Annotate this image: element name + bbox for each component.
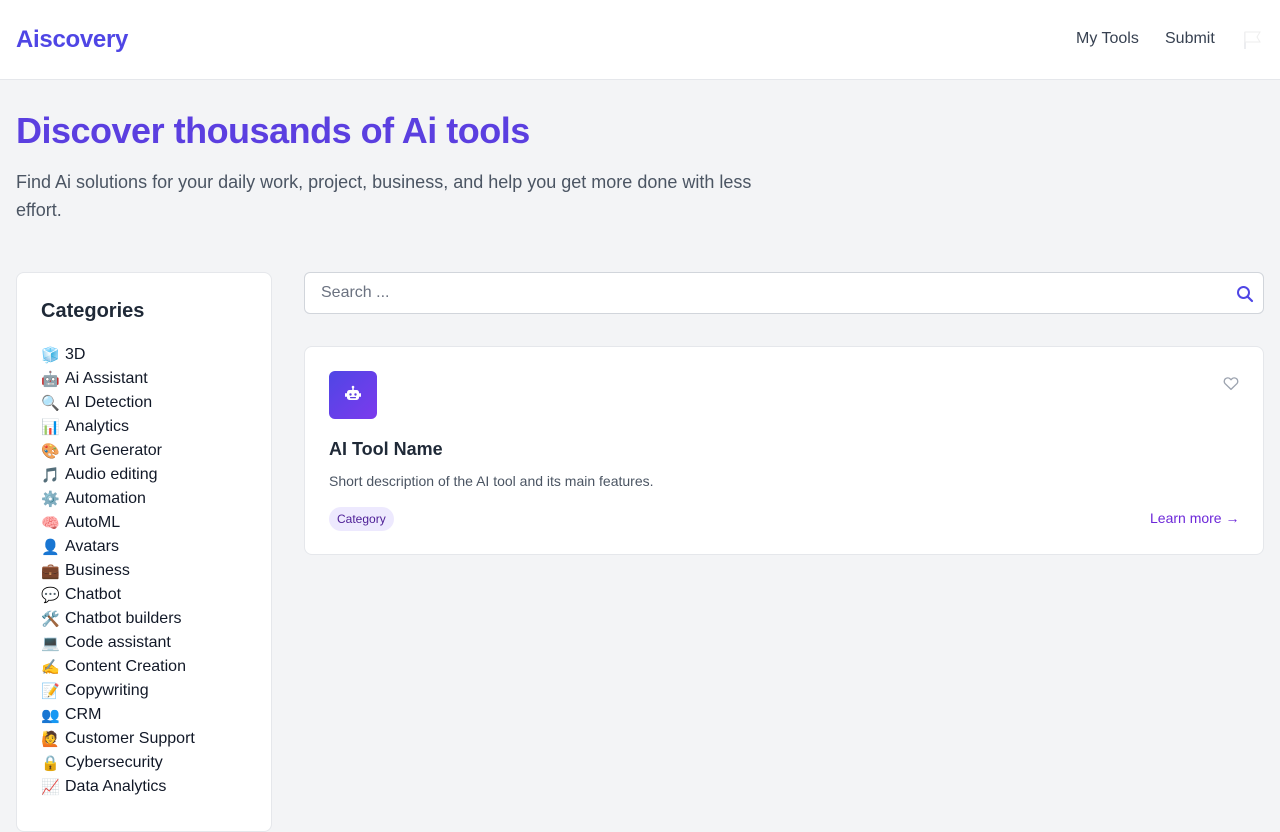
category-emoji-icon: 🎵 — [41, 467, 60, 484]
category-item[interactable]: ✍️ Content Creation — [41, 655, 195, 679]
category-label: Customer Support — [65, 730, 195, 747]
category-label: Chatbot — [65, 586, 122, 603]
category-label: Chatbot builders — [65, 610, 182, 627]
category-item[interactable]: 💼 Business — [41, 559, 195, 583]
category-badge: Category — [329, 507, 394, 531]
category-item[interactable]: 👤 Avatars — [41, 535, 195, 559]
categories-sidebar: Categories 🧊 3D 🤖 Ai Assistant 🔍 AI Detection… — [16, 272, 272, 832]
category-item[interactable]: 🧠 AutoML — [41, 511, 195, 535]
category-emoji-icon: ⚙️ — [41, 491, 60, 508]
category-label: Automation — [65, 490, 146, 507]
tool-card[interactable]: AI Tool Name Short description of the AI… — [304, 346, 1264, 555]
hero-title: Discover thousands of Ai tools — [16, 110, 530, 151]
category-emoji-icon: 👥 — [41, 707, 60, 724]
category-emoji-icon: 🎨 — [41, 443, 60, 460]
tool-description: Short description of the AI tool and its… — [329, 473, 654, 489]
category-emoji-icon: 🤖 — [41, 371, 60, 388]
category-emoji-icon: 💻 — [41, 635, 60, 652]
category-item[interactable]: 📊 Analytics — [41, 415, 195, 439]
category-item[interactable]: 🙋 Customer Support — [41, 727, 195, 751]
category-item[interactable]: 📈 Data Analytics — [41, 775, 195, 799]
category-label: Ai Assistant — [65, 370, 148, 387]
category-item[interactable]: 👥 CRM — [41, 703, 195, 727]
category-item[interactable]: 🎵 Audio editing — [41, 463, 195, 487]
category-label: CRM — [65, 706, 102, 723]
category-item[interactable]: 🔒 Cybersecurity — [41, 751, 195, 775]
category-item[interactable]: 🧊 3D — [41, 343, 195, 367]
category-item[interactable]: 💻 Code assistant — [41, 631, 195, 655]
category-emoji-icon: 🔒 — [41, 755, 60, 772]
site-header: Aiscovery My Tools Submit — [0, 0, 1280, 80]
category-emoji-icon: 📊 — [41, 419, 60, 436]
nav-submit[interactable]: Submit — [1165, 30, 1215, 48]
category-emoji-icon: 👤 — [41, 539, 60, 556]
category-label: Art Generator — [65, 442, 162, 459]
tool-name[interactable]: AI Tool Name — [329, 439, 443, 460]
categories-title: Categories — [41, 300, 145, 322]
search-input[interactable] — [305, 273, 1205, 313]
category-label: Audio editing — [65, 466, 158, 483]
category-emoji-icon: 💬 — [41, 587, 60, 604]
search-icon[interactable] — [1235, 284, 1255, 304]
category-item[interactable]: 💬 Chatbot — [41, 583, 195, 607]
category-item[interactable]: 📝 Copywriting — [41, 679, 195, 703]
category-label: AutoML — [65, 514, 121, 531]
category-item[interactable]: 🛠️ Chatbot builders — [41, 607, 195, 631]
category-list: 🧊 3D 🤖 Ai Assistant 🔍 AI Detection 📊 Analytics 🎨… — [41, 343, 195, 799]
category-emoji-icon: ✍️ — [41, 659, 60, 676]
category-emoji-icon: 🔍 — [41, 395, 60, 412]
category-label: Copywriting — [65, 682, 149, 699]
heart-icon[interactable] — [1222, 374, 1240, 392]
category-emoji-icon: 📈 — [41, 779, 60, 796]
category-label: 3D — [65, 346, 86, 363]
category-label: Data Analytics — [65, 778, 167, 795]
category-label: Avatars — [65, 538, 119, 555]
category-emoji-icon: 💼 — [41, 563, 60, 580]
category-label: Cybersecurity — [65, 754, 163, 771]
category-item[interactable]: 🤖 Ai Assistant — [41, 367, 195, 391]
category-label: Business — [65, 562, 130, 579]
category-emoji-icon: 🧊 — [41, 347, 60, 364]
category-label: Content Creation — [65, 658, 186, 675]
learn-more-link[interactable]: Learn more → — [1150, 510, 1239, 526]
category-item[interactable]: ⚙️ Automation — [41, 487, 195, 511]
nav-my-tools[interactable]: My Tools — [1076, 30, 1139, 48]
robot-icon — [329, 371, 377, 419]
category-label: Code assistant — [65, 634, 171, 651]
category-label: AI Detection — [65, 394, 153, 411]
category-emoji-icon: 🛠️ — [41, 611, 60, 628]
category-emoji-icon: 🙋 — [41, 731, 60, 748]
search-bar — [304, 272, 1264, 314]
category-emoji-icon: 🧠 — [41, 515, 60, 532]
category-label: Analytics — [65, 418, 130, 435]
logo[interactable]: Aiscovery — [16, 26, 128, 54]
category-item[interactable]: 🎨 Art Generator — [41, 439, 195, 463]
flag-icon[interactable] — [1242, 30, 1264, 50]
category-emoji-icon: 📝 — [41, 683, 60, 700]
hero-subtitle: Find Ai solutions for your daily work, p… — [16, 172, 752, 220]
category-item[interactable]: 🔍 AI Detection — [41, 391, 195, 415]
